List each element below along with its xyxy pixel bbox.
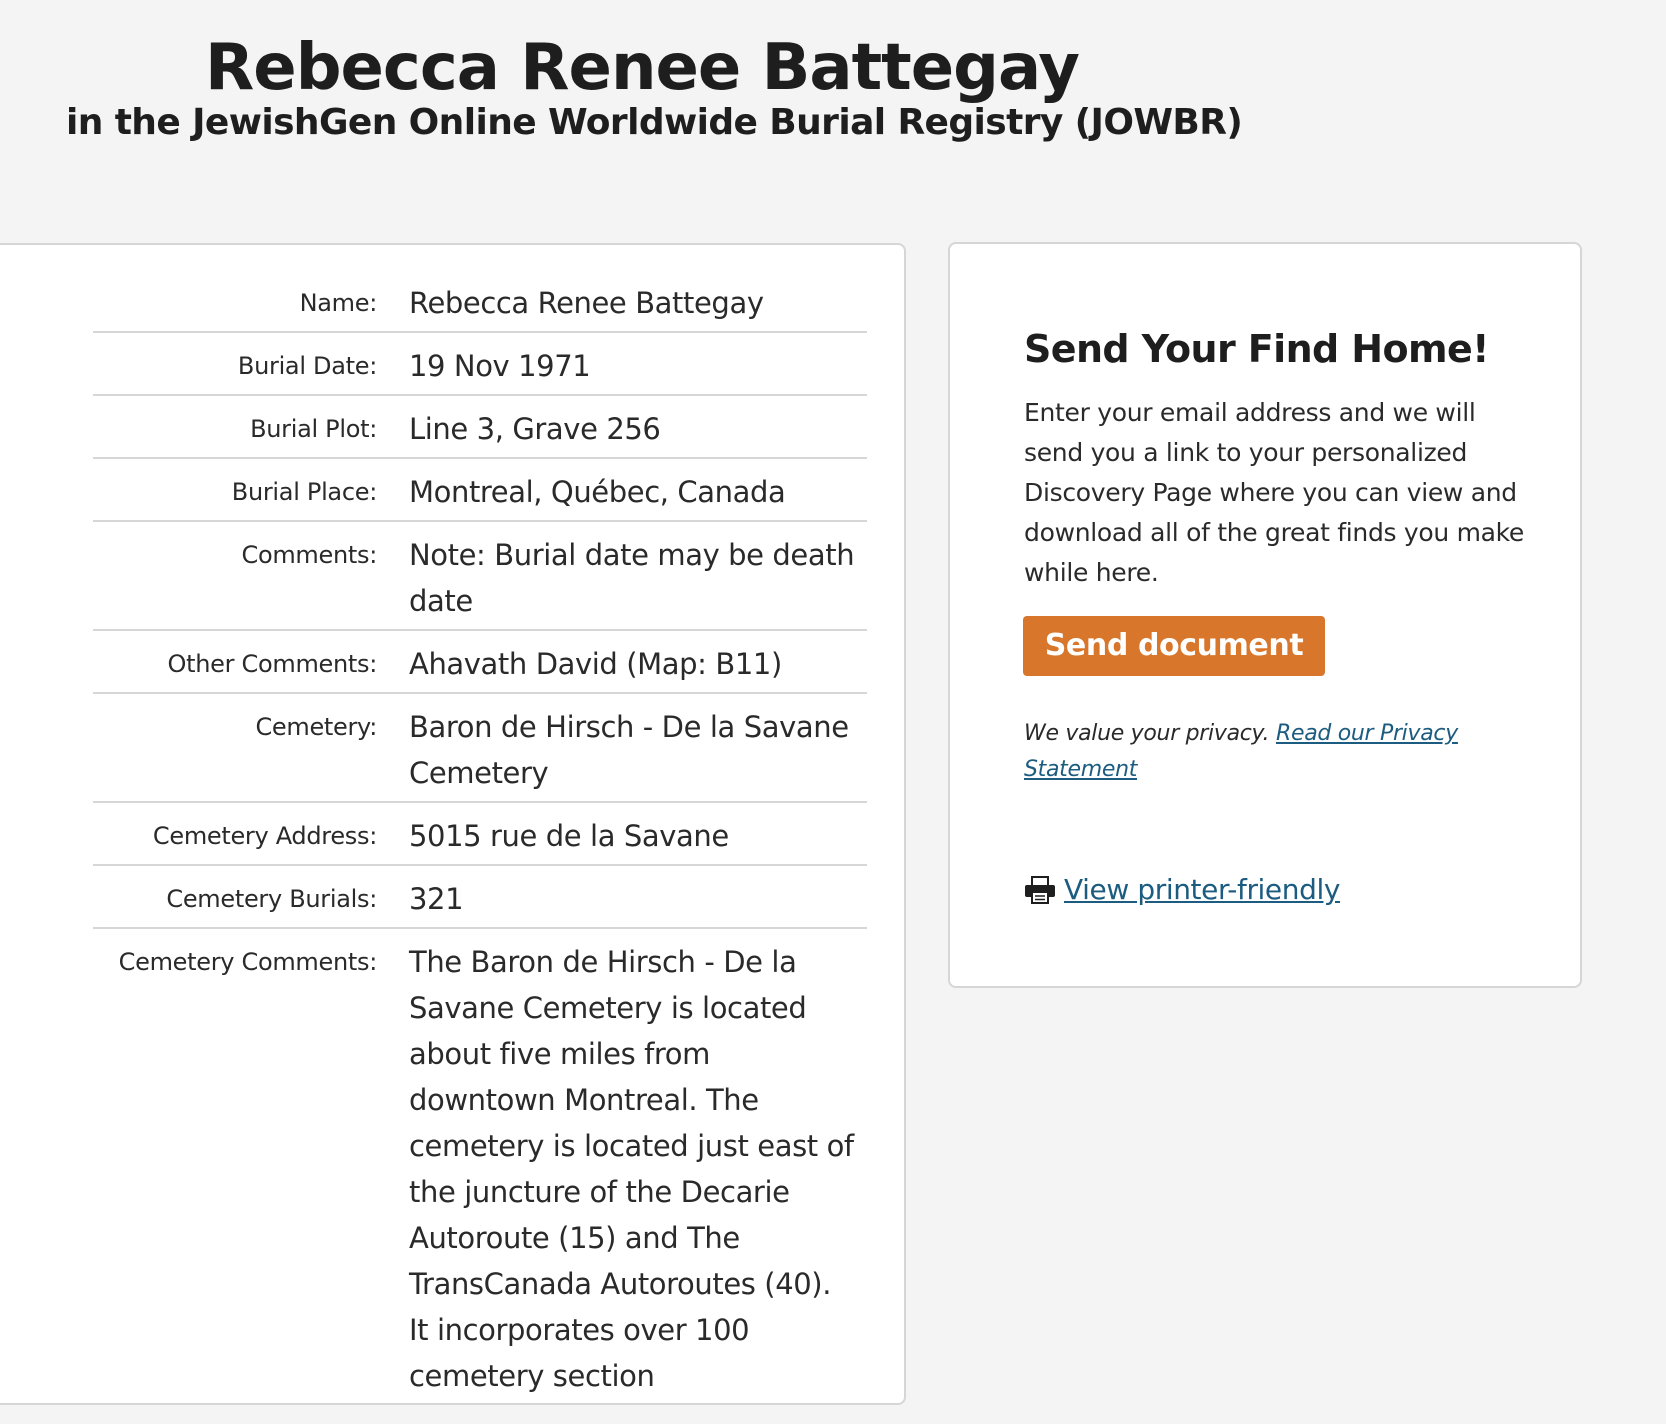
field-label-cemetery: Cemetery: xyxy=(93,693,409,803)
field-value-other-comments: Ahavath David (Map: B11) xyxy=(409,630,867,694)
record-row-burial-plot: Burial Plot: Line 3, Grave 256 xyxy=(93,395,867,459)
field-label-comments: Comments: xyxy=(93,521,409,631)
field-value-name: Rebecca Renee Battegay xyxy=(409,270,867,333)
record-row-other-comments: Other Comments: Ahavath David (Map: B11) xyxy=(93,630,867,694)
field-value-burial-place: Montreal, Québec, Canada xyxy=(409,458,867,522)
field-value-comments: Note: Burial date may be death date xyxy=(409,521,867,631)
burial-record-table: Name: Rebecca Renee Battegay Burial Date… xyxy=(93,270,867,1404)
burial-record-card: Name: Rebecca Renee Battegay Burial Date… xyxy=(0,243,906,1405)
record-row-cemetery-burials: Cemetery Burials: 321 xyxy=(93,865,867,929)
field-label-cemetery-comments: Cemetery Comments: xyxy=(118,948,378,976)
printer-icon[interactable] xyxy=(1024,876,1056,904)
printer-friendly-link[interactable]: View printer-friendly xyxy=(1064,870,1340,910)
send-find-home-heading: Send Your Find Home! xyxy=(1024,327,1489,371)
record-row-cemetery-address: Cemetery Address: 5015 rue de la Savane xyxy=(93,802,867,866)
record-row-cemetery-comments: Cemetery Comments: The Baron de Hirsch -… xyxy=(93,928,867,1404)
field-label-burial-plot: Burial Plot: xyxy=(93,395,409,459)
field-value-cemetery-comments: The Baron de Hirsch - De la Savane Cemet… xyxy=(409,945,854,1393)
record-row-burial-place: Burial Place: Montreal, Québec, Canada xyxy=(93,458,867,522)
privacy-text: We value your privacy. xyxy=(1024,721,1270,746)
field-value-cemetery-burials: 321 xyxy=(409,865,867,929)
page-subtitle: in the JewishGen Online Worldwide Burial… xyxy=(66,102,1243,143)
record-row-comments: Comments: Note: Burial date may be death… xyxy=(93,521,867,631)
page-title: Rebecca Renee Battegay xyxy=(205,31,1080,105)
printer-friendly-row[interactable]: View printer-friendly xyxy=(1024,870,1340,910)
field-label-other-comments: Other Comments: xyxy=(93,630,409,694)
field-value-cemetery: Baron de Hirsch - De la Savane Cemetery xyxy=(409,693,867,803)
field-label-burial-date: Burial Date: xyxy=(93,332,409,396)
field-label-cemetery-burials: Cemetery Burials: xyxy=(93,865,409,929)
send-find-home-card: Send Your Find Home! Enter your email ad… xyxy=(948,242,1582,988)
privacy-note: We value your privacy. Read our Privacy … xyxy=(1024,716,1474,788)
field-label-burial-place: Burial Place: xyxy=(93,458,409,522)
record-row-burial-date: Burial Date: 19 Nov 1971 xyxy=(93,332,867,396)
field-value-burial-plot: Line 3, Grave 256 xyxy=(409,395,867,459)
record-row-name: Name: Rebecca Renee Battegay xyxy=(93,270,867,333)
field-label-cemetery-address: Cemetery Address: xyxy=(93,802,409,866)
record-row-cemetery: Cemetery: Baron de Hirsch - De la Savane… xyxy=(93,693,867,803)
field-label-name: Name: xyxy=(93,270,409,333)
send-document-button[interactable]: Send document xyxy=(1023,616,1325,676)
send-find-home-description: Enter your email address and we will sen… xyxy=(1024,398,1525,587)
field-value-cemetery-address: 5015 rue de la Savane xyxy=(409,802,867,866)
field-value-burial-date: 19 Nov 1971 xyxy=(409,332,867,396)
